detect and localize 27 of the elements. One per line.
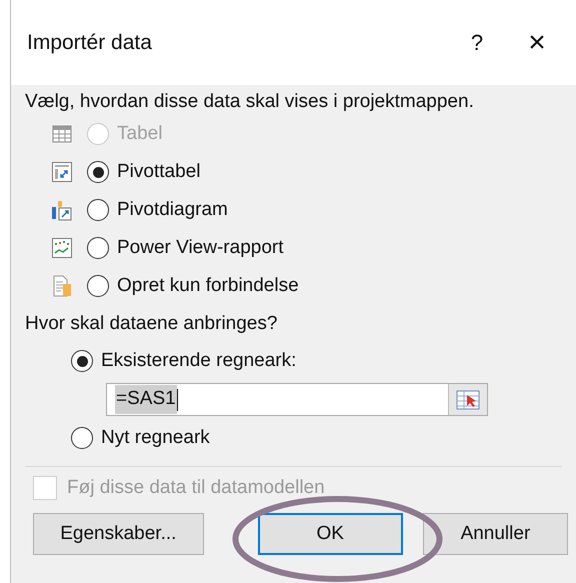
option-label: Pivottabel	[117, 160, 200, 184]
option-label: Eksisterende regneark:	[101, 348, 296, 373]
option-label: Nyt regneark	[101, 426, 210, 450]
close-button[interactable]: ×	[502, 20, 572, 65]
radio-button[interactable]	[71, 427, 93, 449]
checkbox-label: Føj disse data til datamodellen	[67, 476, 325, 500]
view-prompt: Vælg, hvordan disse data skal vises i projektmappen.	[25, 90, 475, 114]
radio-button[interactable]	[87, 237, 109, 259]
table-icon	[51, 123, 73, 145]
location-prompt: Hvor skal dataene anbringes?	[25, 312, 278, 336]
report-chart-icon	[51, 237, 73, 259]
option-label: Tabel	[117, 122, 162, 146]
pivot-chart-icon	[51, 199, 73, 221]
radio-button[interactable]	[87, 161, 109, 183]
radio-button[interactable]	[87, 199, 109, 221]
pivot-table-icon	[51, 161, 73, 183]
option-label: Power View-rapport	[117, 236, 284, 260]
dialog-button[interactable]: OK	[258, 513, 403, 555]
dialog-button[interactable]: Egenskaber...	[33, 513, 204, 555]
help-button[interactable]: ?	[452, 26, 502, 59]
dialog-button[interactable]: Annuller	[422, 513, 568, 555]
option-label: Opret kun forbindelse	[117, 274, 299, 298]
radio-button[interactable]	[87, 275, 109, 297]
option-label: Pivotdiagram	[117, 198, 228, 222]
window-title: Importér data	[27, 30, 153, 56]
document-icon	[51, 275, 73, 297]
radio-button[interactable]	[71, 350, 93, 372]
